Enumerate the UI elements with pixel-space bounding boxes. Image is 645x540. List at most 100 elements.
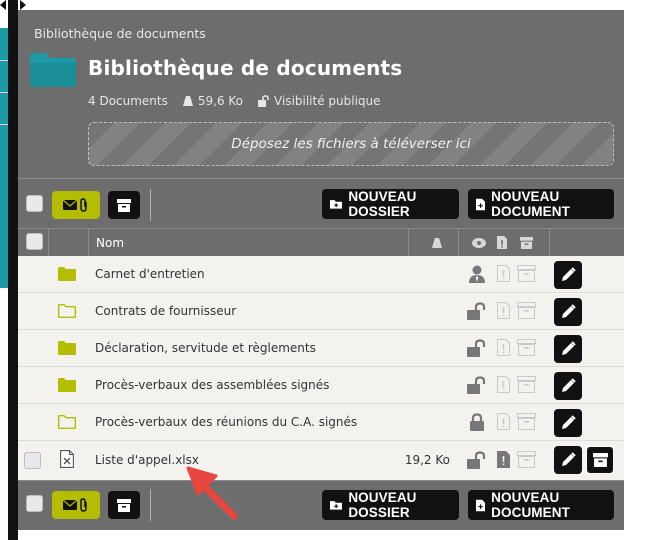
excel-file-icon xyxy=(60,450,74,468)
column-divider xyxy=(48,229,49,257)
archive-icon[interactable] xyxy=(517,413,536,430)
unlock-icon[interactable] xyxy=(467,376,487,394)
library-size: 59,6 Ko xyxy=(182,94,243,108)
folder-plus-icon xyxy=(330,501,343,510)
table-row[interactable]: Carnet d'entretien xyxy=(18,256,624,293)
column-divider xyxy=(88,229,89,257)
dropzone-text: Déposez les fichiers à téléverser ici xyxy=(231,136,471,152)
select-all-checkbox[interactable] xyxy=(26,495,43,512)
divider xyxy=(0,124,8,125)
row-name[interactable]: Procès-verbaux des assemblées signés xyxy=(95,378,329,392)
folder-icon xyxy=(30,53,76,87)
folder-plus-icon xyxy=(330,200,343,209)
file-info-icon[interactable] xyxy=(497,451,510,468)
breadcrumb[interactable]: Bibliothèque de documents xyxy=(34,26,206,41)
envelope-icon xyxy=(63,500,77,510)
edit-button[interactable] xyxy=(554,372,582,400)
row-checkbox[interactable] xyxy=(24,452,41,469)
new-folder-button[interactable]: NOUVEAU DOSSIER xyxy=(322,490,459,520)
pencil-icon xyxy=(562,415,576,429)
resize-handle[interactable] xyxy=(8,0,18,540)
column-divider xyxy=(549,229,550,257)
archive-icon[interactable] xyxy=(517,451,536,468)
new-folder-button[interactable]: NOUVEAU DOSSIER xyxy=(322,189,459,219)
email-attach-button[interactable] xyxy=(52,491,100,519)
row-name[interactable]: Déclaration, servitude et règlements xyxy=(95,341,316,355)
unlock-icon[interactable] xyxy=(467,302,487,320)
file-info-icon[interactable] xyxy=(497,413,510,430)
document-library-panel: Bibliothèque de documents Bibliothèque d… xyxy=(18,10,624,530)
file-info-icon[interactable] xyxy=(497,302,510,319)
pencil-icon xyxy=(562,378,576,392)
archive-icon[interactable] xyxy=(517,265,536,282)
folder-icon xyxy=(58,267,76,281)
header-checkbox[interactable] xyxy=(26,233,43,250)
edit-button[interactable] xyxy=(554,409,582,437)
archive-icon xyxy=(592,453,608,467)
email-attach-button[interactable] xyxy=(52,191,100,219)
table-row[interactable]: Procès-verbaux des assemblées signés xyxy=(18,367,624,404)
file-info-icon[interactable] xyxy=(497,376,510,393)
unlock-icon[interactable] xyxy=(467,339,487,357)
column-divider xyxy=(458,229,459,257)
table-row[interactable]: Contrats de fournisseur xyxy=(18,293,624,330)
file-size: 19,2 Ko xyxy=(404,453,450,467)
weight-icon[interactable] xyxy=(431,237,443,249)
file-info-icon[interactable] xyxy=(497,339,510,356)
table-row[interactable]: Déclaration, servitude et règlements xyxy=(18,330,624,367)
new-document-button[interactable]: NOUVEAU DOCUMENT xyxy=(468,490,614,520)
folder-icon xyxy=(58,378,76,392)
file-plus-icon xyxy=(476,198,486,210)
row-name[interactable]: Procès-verbaux des réunions du C.A. sign… xyxy=(95,415,357,429)
folder-outline-icon xyxy=(58,304,76,318)
archive-icon xyxy=(117,198,131,212)
page: Bibliothèque de documents Bibliothèque d… xyxy=(0,0,645,540)
new-document-button[interactable]: NOUVEAU DOCUMENT xyxy=(468,189,614,219)
row-name[interactable]: Contrats de fournisseur xyxy=(95,304,236,318)
upload-dropzone[interactable]: Déposez les fichiers à téléverser ici xyxy=(88,122,614,166)
edit-button[interactable] xyxy=(554,298,582,326)
file-info-icon[interactable] xyxy=(497,265,510,282)
archive-row-button[interactable] xyxy=(586,446,614,474)
toolbar-divider xyxy=(150,489,151,521)
divider xyxy=(0,60,8,61)
archive-button[interactable] xyxy=(108,491,140,519)
folder-icon xyxy=(58,341,76,355)
envelope-icon xyxy=(63,200,77,210)
archive-icon[interactable] xyxy=(517,339,536,356)
row-name[interactable]: Carnet d'entretien xyxy=(95,267,205,281)
pencil-icon xyxy=(562,267,576,281)
edit-button[interactable] xyxy=(554,446,582,474)
lock-icon[interactable] xyxy=(470,413,484,431)
table-header: Nom xyxy=(18,228,624,257)
unlock-icon xyxy=(258,95,269,107)
user-icon[interactable] xyxy=(469,265,485,283)
toolbar-divider xyxy=(150,189,151,221)
edit-button[interactable] xyxy=(554,335,582,363)
eye-icon[interactable] xyxy=(472,238,486,248)
table-row[interactable]: Liste d'appel.xlsx 19,2 Ko xyxy=(18,441,624,480)
divider xyxy=(0,92,8,93)
column-divider xyxy=(408,229,409,257)
collapse-right-icon[interactable] xyxy=(20,0,26,10)
archive-button[interactable] xyxy=(108,191,140,219)
column-header-name[interactable]: Nom xyxy=(96,236,124,250)
archive-icon[interactable] xyxy=(517,302,536,319)
weight-icon xyxy=(182,96,193,106)
unlock-icon[interactable] xyxy=(467,451,487,469)
annotation-arrow-icon xyxy=(186,466,238,520)
archive-icon[interactable] xyxy=(520,237,533,249)
collapse-left-icon[interactable] xyxy=(0,0,6,10)
file-info-icon[interactable] xyxy=(497,236,507,249)
documents-table: Nom Carnet d'entretien Contrats de fourn… xyxy=(18,228,624,480)
document-count: 4 Documents xyxy=(88,94,168,108)
archive-icon xyxy=(117,498,131,512)
edit-button[interactable] xyxy=(554,261,582,289)
select-all-checkbox[interactable] xyxy=(26,195,43,212)
file-plus-icon xyxy=(476,499,486,511)
table-row[interactable]: Procès-verbaux des réunions du C.A. sign… xyxy=(18,404,624,441)
library-header: Bibliothèque de documents Bibliothèque d… xyxy=(18,10,624,178)
archive-icon[interactable] xyxy=(517,376,536,393)
folder-outline-icon xyxy=(58,415,76,429)
top-toolbar: NOUVEAU DOSSIER NOUVEAU DOCUMENT xyxy=(18,178,624,228)
